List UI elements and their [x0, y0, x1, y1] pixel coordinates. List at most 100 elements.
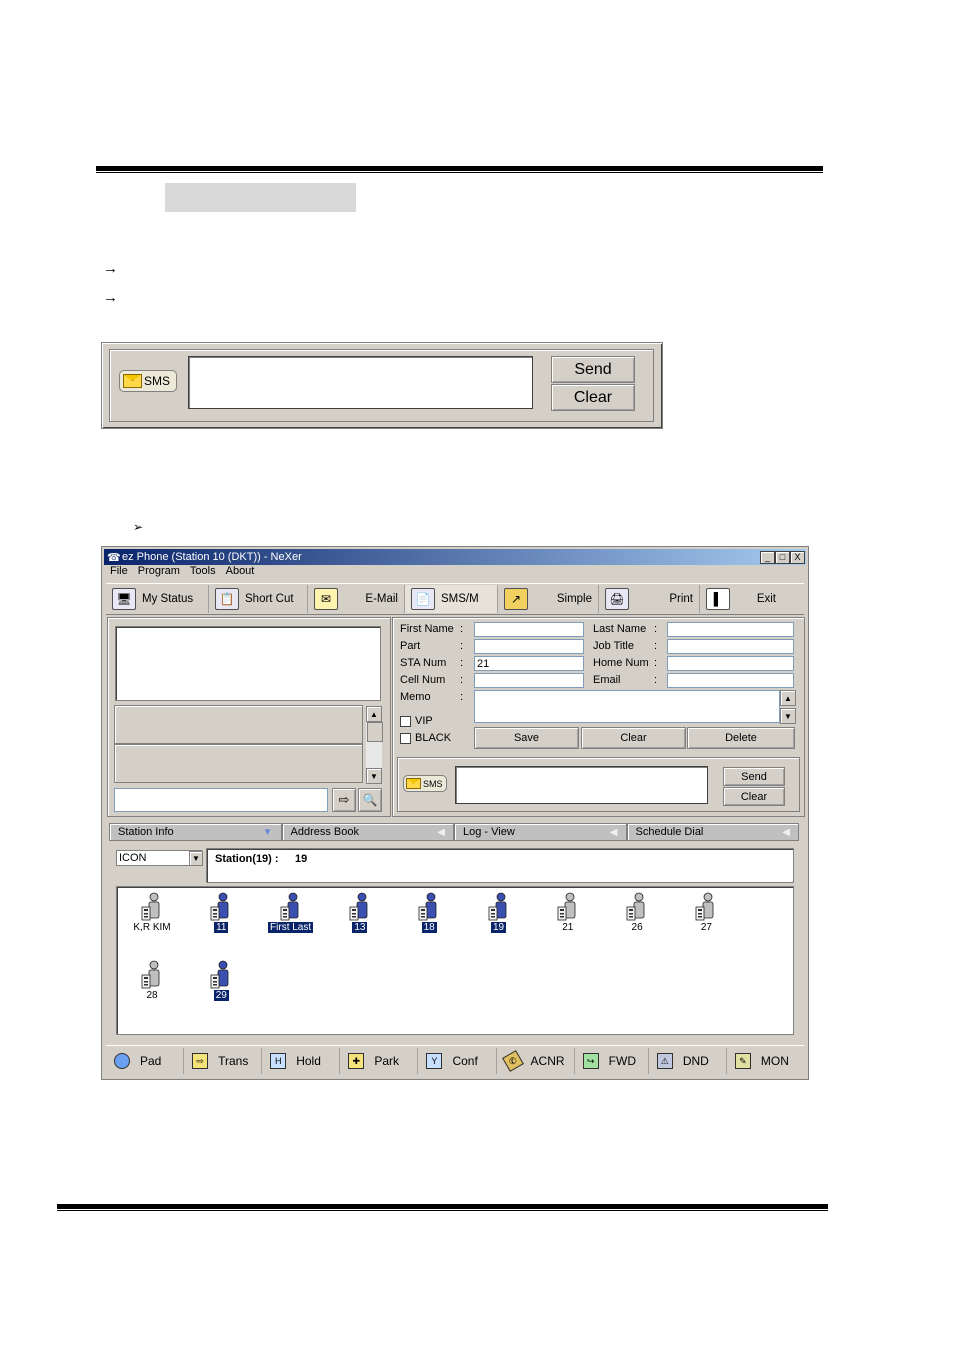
status-slot[interactable]	[114, 705, 363, 744]
search-icon[interactable]: 🔍	[358, 788, 382, 812]
toolbar-exit[interactable]: ▌ Exit	[700, 585, 782, 613]
sta-num-field[interactable]: 21	[474, 656, 584, 671]
station-item[interactable]: 26	[607, 892, 667, 933]
vip-label: VIP	[415, 715, 433, 727]
clear-button[interactable]: Clear	[723, 787, 785, 806]
first-name-field[interactable]	[474, 622, 584, 637]
colon: :	[460, 657, 464, 669]
last-name-label: Last Name	[593, 623, 647, 635]
scroll-up-icon[interactable]: ▲	[780, 690, 796, 706]
station-item[interactable]: 18	[399, 892, 459, 933]
checkbox-icon	[400, 732, 411, 744]
person-phone-icon	[557, 892, 576, 921]
envelope-icon	[406, 778, 421, 789]
menu-file[interactable]: File	[110, 565, 128, 581]
park-button[interactable]: ✚ Park	[340, 1048, 419, 1074]
station-item[interactable]: 28	[122, 960, 182, 1001]
station-label: 21	[562, 922, 574, 933]
station-item[interactable]: 19	[469, 892, 529, 933]
last-name-field[interactable]	[667, 622, 794, 637]
fwd-button[interactable]: ↪ FWD	[575, 1048, 649, 1074]
button-label: Hold	[296, 1054, 321, 1068]
acnr-button[interactable]: ✆ ACNR	[497, 1048, 575, 1074]
menu-about[interactable]: About	[226, 565, 255, 581]
person-phone-icon	[418, 892, 437, 921]
button-label: DND	[682, 1054, 709, 1068]
dnd-button[interactable]: ⚠ DND	[649, 1048, 727, 1074]
toolbar-my-status[interactable]: 🖥 My Status	[106, 585, 209, 613]
scroll-thumb[interactable]	[367, 722, 383, 742]
sms-message-input[interactable]	[455, 766, 708, 804]
conference-icon: Y	[426, 1053, 443, 1069]
station-item[interactable]: 27	[676, 892, 736, 933]
tab-station-info[interactable]: Station Info ▼	[109, 823, 282, 841]
close-icon[interactable]: X	[790, 551, 805, 564]
station-item[interactable]: 21	[538, 892, 598, 933]
colon: :	[460, 623, 464, 635]
email-field[interactable]	[667, 673, 794, 688]
clear-button[interactable]: Clear	[581, 727, 686, 749]
colon: :	[654, 623, 658, 635]
toolbar-label: My Status	[142, 593, 194, 605]
trans-button[interactable]: ⇨ Trans	[184, 1048, 263, 1074]
toolbar-simple[interactable]: ↗ Simple	[498, 585, 599, 613]
send-button[interactable]: Send	[723, 767, 785, 786]
toolbar-print[interactable]: 🖨 Print	[599, 585, 700, 613]
maximize-icon[interactable]: □	[775, 551, 790, 564]
save-button[interactable]: Save	[474, 727, 579, 749]
email-label: Email	[593, 674, 621, 686]
black-checkbox[interactable]: BLACK	[400, 732, 451, 744]
memo-field[interactable]	[474, 690, 780, 723]
toolbar-email[interactable]: ✉ E-Mail	[308, 585, 405, 613]
vip-checkbox[interactable]: VIP	[400, 715, 433, 727]
clear-button[interactable]: Clear	[551, 384, 635, 411]
section-heading-highlight	[165, 183, 356, 212]
send-button[interactable]: Send	[551, 356, 635, 383]
station-item[interactable]: 13	[330, 892, 390, 933]
search-input[interactable]	[114, 788, 328, 812]
button-label: Pad	[140, 1054, 162, 1068]
app-window: ☎ ez Phone (Station 10 (DKT)) - NeXer _ …	[101, 546, 809, 1080]
mon-button[interactable]: ✎ MON	[727, 1048, 804, 1074]
station-label: 11	[214, 922, 229, 933]
tab-address-book[interactable]: Address Book ◀	[281, 823, 454, 841]
tab-label: Log - View	[463, 826, 515, 838]
station-grid: K,R KIM 11 First Last 13 18 19 21 26 27 28 29	[116, 886, 794, 1035]
tab-log-view[interactable]: Log - View ◀	[454, 823, 627, 841]
scroll-up-icon[interactable]: ▲	[366, 706, 382, 722]
pad-button[interactable]: Pad	[106, 1048, 185, 1074]
go-arrow-icon[interactable]: ⇨	[332, 788, 356, 812]
hold-button[interactable]: H Hold	[262, 1048, 341, 1074]
sms-message-input[interactable]	[188, 356, 533, 409]
tab-schedule-dial[interactable]: Schedule Dial ◀	[626, 823, 799, 841]
station-item[interactable]: K,R KIM	[122, 892, 182, 933]
sms-panel: SMS Send Clear	[101, 342, 663, 429]
toolbar-short-cut[interactable]: 📋 Short Cut	[209, 585, 308, 613]
station-item[interactable]: 11	[191, 892, 251, 933]
chevron-down-icon[interactable]: ▼	[189, 851, 203, 866]
job-title-field[interactable]	[667, 639, 794, 654]
station-item[interactable]: First Last	[261, 892, 321, 933]
toolbar-sms-m[interactable]: 📄 SMS/M	[405, 585, 498, 613]
mail-icon: ✉	[314, 588, 338, 610]
toolbar-label: Exit	[756, 593, 776, 605]
station-item[interactable]: 29	[191, 960, 251, 1001]
menu-program[interactable]: Program	[138, 565, 180, 581]
home-num-field[interactable]	[667, 656, 794, 671]
colon: :	[460, 674, 464, 686]
station-label: 18	[421, 922, 437, 933]
sms-panel: SMS Send Clear	[397, 757, 800, 812]
status-slot[interactable]	[114, 744, 363, 783]
cell-num-field[interactable]	[474, 673, 584, 688]
part-field[interactable]	[474, 639, 584, 654]
printer-icon: 🖨	[605, 588, 629, 610]
menu-tools[interactable]: Tools	[190, 565, 216, 581]
toolbar-label: E-Mail	[365, 593, 398, 605]
conf-button[interactable]: Y Conf	[418, 1048, 497, 1074]
station-label: 26	[631, 922, 643, 933]
person-phone-icon	[488, 892, 506, 921]
scroll-down-icon[interactable]: ▼	[366, 768, 382, 784]
delete-button[interactable]: Delete	[687, 727, 795, 749]
minimize-icon[interactable]: _	[760, 551, 775, 564]
scroll-down-icon[interactable]: ▼	[780, 708, 796, 724]
